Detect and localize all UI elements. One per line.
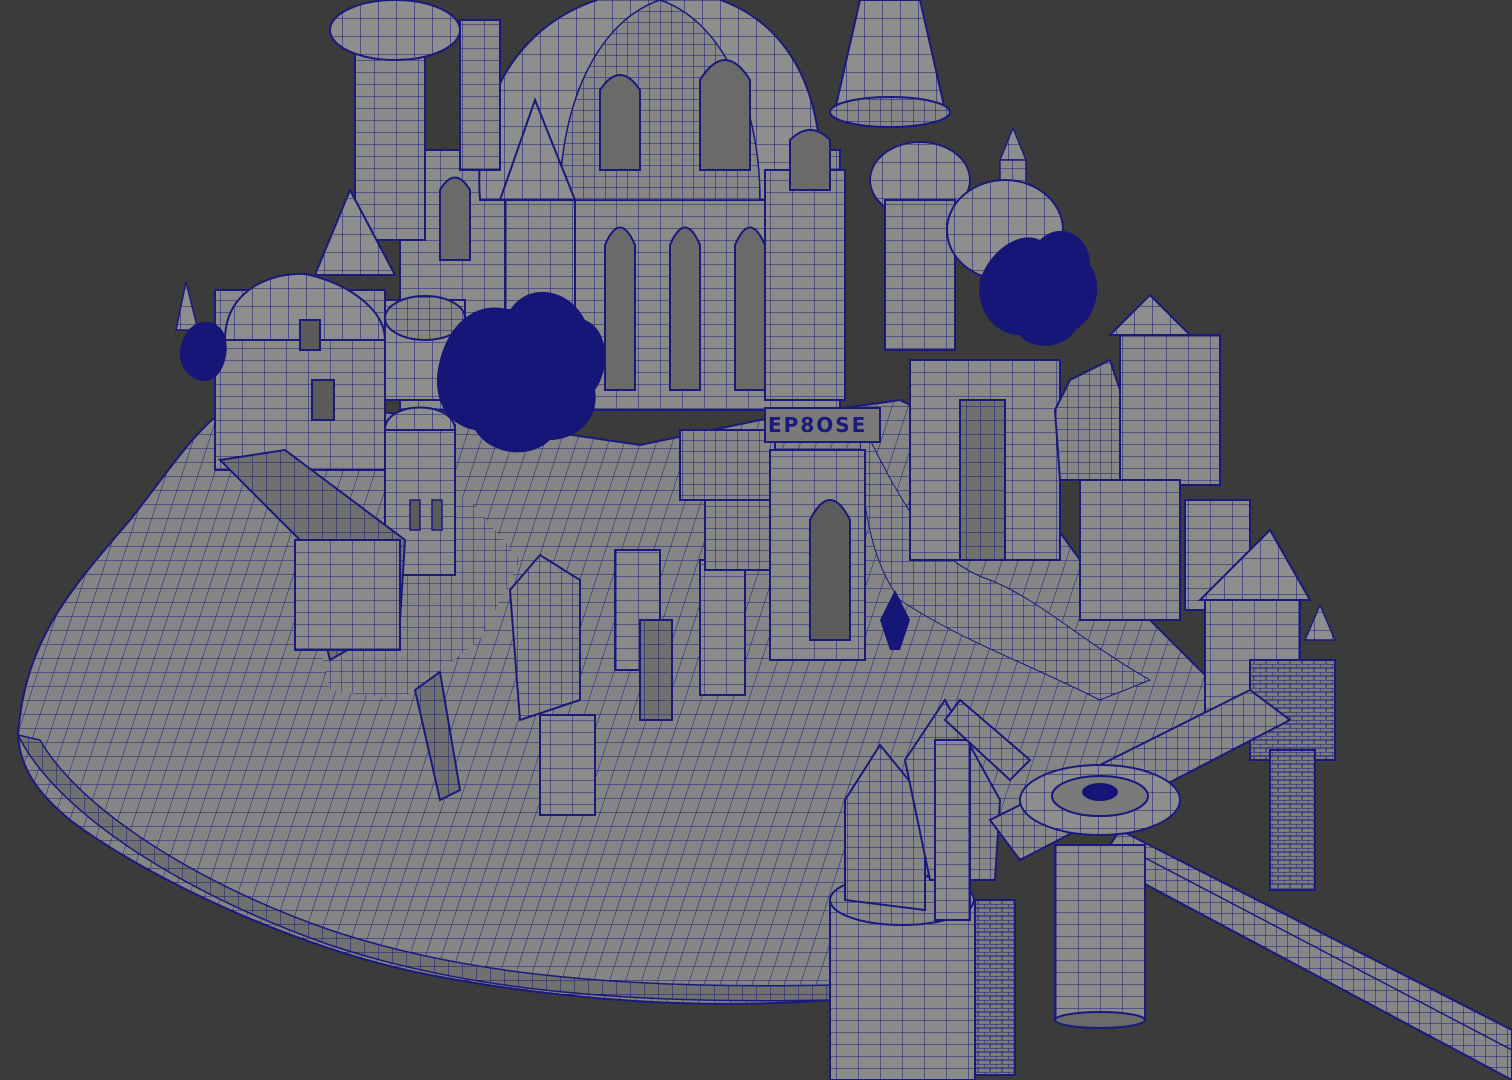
3d-viewport[interactable]: EP8OSE bbox=[0, 0, 1512, 1080]
gate-sign-text: EP8OSE bbox=[768, 413, 867, 437]
castle-wireframe-render: EP8OSE bbox=[16, 0, 1512, 1080]
